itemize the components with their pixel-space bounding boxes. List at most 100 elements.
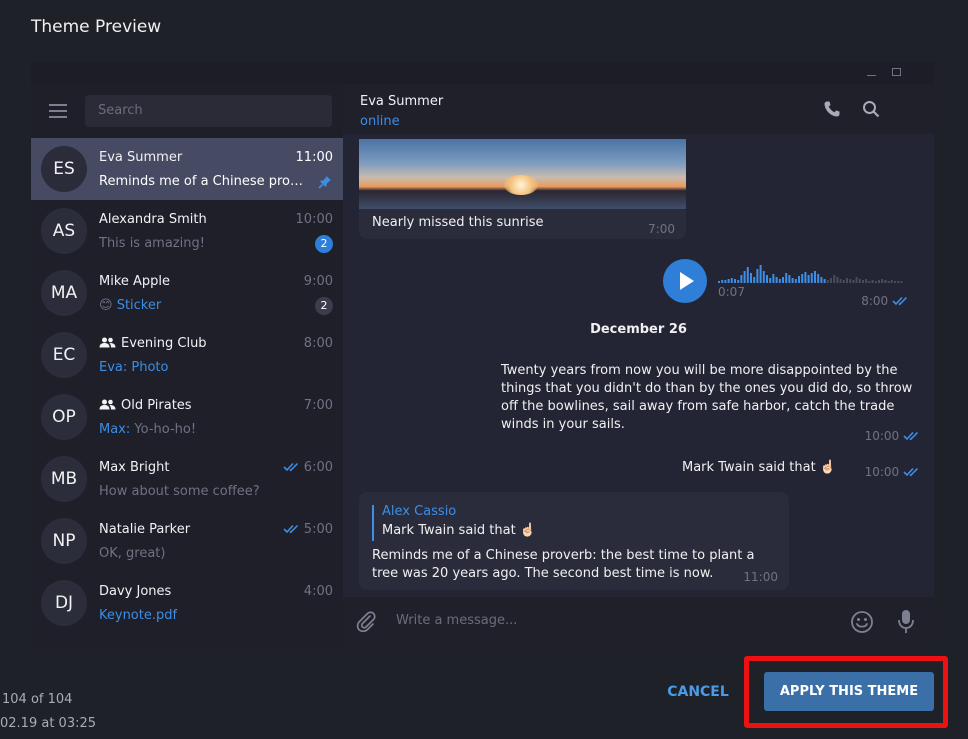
chat-name: Old Pirates [99,398,192,413]
voice-message: 0:07 8:00 [663,259,923,314]
theme-counter: 104 of 104 [2,692,73,707]
chat-preview: Reminds me of a Chinese proverb: the bes… [99,174,305,189]
theme-date: 02.19 at 03:25 [0,716,97,731]
chat-preview: Keynote.pdf [99,608,178,623]
message-time-text: 10:00 [864,465,900,479]
chat-name-text: Evening Club [121,336,207,351]
emoji-icon [851,611,873,633]
chat-time: 6:00 [283,460,333,475]
chat-preview: This is amazing! [99,236,205,251]
message-composer: Write a message... [343,597,934,647]
chat-time: 5:00 [283,522,333,537]
chat-name: Mike Apple [99,274,171,289]
chat-time-text: 5:00 [303,522,333,537]
chat-preview-text: Sticker [116,298,162,313]
chat-sidebar: Search ES Eva Summer 11:00 Reminds me of… [31,84,343,647]
chat-name: Eva Summer [99,150,183,165]
theme-preview-window: Search ES Eva Summer 11:00 Reminds me of… [31,62,934,647]
chat-preview: Eva: Photo [99,360,169,375]
avatar: DJ [41,580,87,626]
read-checkmarks-icon [903,467,919,477]
minimize-icon [867,75,876,76]
apply-theme-button[interactable]: APPLY THIS THEME [764,672,934,711]
preview-title-bar [31,62,934,84]
date-separator: December 26 [590,322,687,337]
group-icon [99,337,116,348]
peer-name: Eva Summer [360,94,444,109]
chat-item-old-pirates: OP Old Pirates 7:00 Max: Yo-ho-ho! [31,386,343,448]
avatar: ES [41,146,87,192]
chat-item-eva-summer: ES Eva Summer 11:00 Reminds me of a Chin… [31,138,343,200]
chat-time: 7:00 [303,398,333,413]
avatar: OP [41,394,87,440]
unread-badge: 2 [315,297,333,315]
avatar: MA [41,270,87,316]
read-checkmarks-icon [892,296,908,306]
smile-emoji: 😊 [99,298,113,313]
chat-list: ES Eva Summer 11:00 Reminds me of a Chin… [31,138,343,634]
avatar: EC [41,332,87,378]
message-time: 10:00 [865,465,924,479]
chat-header: Eva Summer online [343,84,934,134]
pin-icon [318,176,331,189]
read-checkmarks-icon [903,431,919,441]
voice-waveform [718,265,903,283]
dialog-title: Theme Preview [31,17,162,37]
message-time: 7:00 [648,222,675,236]
avatar: MB [41,456,87,502]
search-placeholder: Search [98,103,143,118]
maximize-icon [892,68,901,76]
reply-author: Alex Cassio [382,504,457,519]
chat-time-text: 6:00 [303,460,333,475]
chat-name-text: Old Pirates [121,398,192,413]
sunrise-photo [359,139,686,209]
group-icon [99,399,116,410]
chat-time: 9:00 [303,274,333,289]
search-input: Search [85,95,332,127]
reply-bar [372,505,374,541]
chat-preview: Max: Yo-ho-ho! [99,422,309,437]
message-time-text: 10:00 [864,429,900,443]
chat-name: Evening Club [99,336,207,351]
phone-icon [824,101,840,117]
chat-time: 8:00 [303,336,333,351]
chat-preview-text: Yo-ho-ho! [134,422,197,437]
chat-item-davy-jones: DJ Davy Jones 4:00 Keynote.pdf [31,572,343,634]
message-time-text: 8:00 [861,294,889,308]
chat-item-max-bright: MB Max Bright 6:00 How about some coffee… [31,448,343,510]
photo-caption: Nearly missed this sunrise [372,215,544,230]
play-icon [663,259,707,303]
chat-time: 11:00 [295,150,333,165]
outgoing-message-twain: Mark Twain said that ☝🏻 [681,460,836,475]
microphone-icon [898,610,914,633]
voice-duration: 0:07 [718,285,745,299]
message-time: 10:00 [865,429,924,443]
read-checkmarks-icon [283,462,298,472]
chat-name: Davy Jones [99,584,172,599]
chat-panel: Eva Summer online Nearly missed this sun… [343,84,934,647]
avatar: AS [41,208,87,254]
chat-item-evening-club: EC Evening Club 8:00 Eva: Photo [31,324,343,386]
cancel-button[interactable]: CANCEL [660,673,736,711]
avatar: NP [41,518,87,564]
composer-placeholder: Write a message... [396,613,518,628]
chat-item-natalie-parker: NP Natalie Parker 5:00 OK, great) [31,510,343,572]
chat-item-mike-apple: MA Mike Apple 9:00 😊 Sticker 2 [31,262,343,324]
chat-name: Alexandra Smith [99,212,207,227]
outgoing-message-quote: Twenty years from now you will be more d… [501,363,913,432]
chat-name: Max Bright [99,460,170,475]
unread-badge: 2 [315,235,333,253]
chat-time: 4:00 [303,584,333,599]
reply-body: Reminds me of a Chinese proverb: the bes… [372,548,755,581]
preview-sender: Max: [99,422,131,437]
read-checkmarks-icon [283,524,298,534]
chat-item-alexandra-smith: AS Alexandra Smith 10:00 This is amazing… [31,200,343,262]
chat-time: 10:00 [295,212,333,227]
menu-icon [49,104,67,118]
message-time: 8:00 [861,294,913,308]
search-icon [863,101,880,118]
chat-preview: How about some coffee? [99,484,260,499]
incoming-reply-message: Alex Cassio Mark Twain said that ☝🏻 Remi… [359,492,789,590]
photo-message: Nearly missed this sunrise 7:00 [359,139,686,239]
chat-preview: 😊 Sticker [99,298,309,313]
